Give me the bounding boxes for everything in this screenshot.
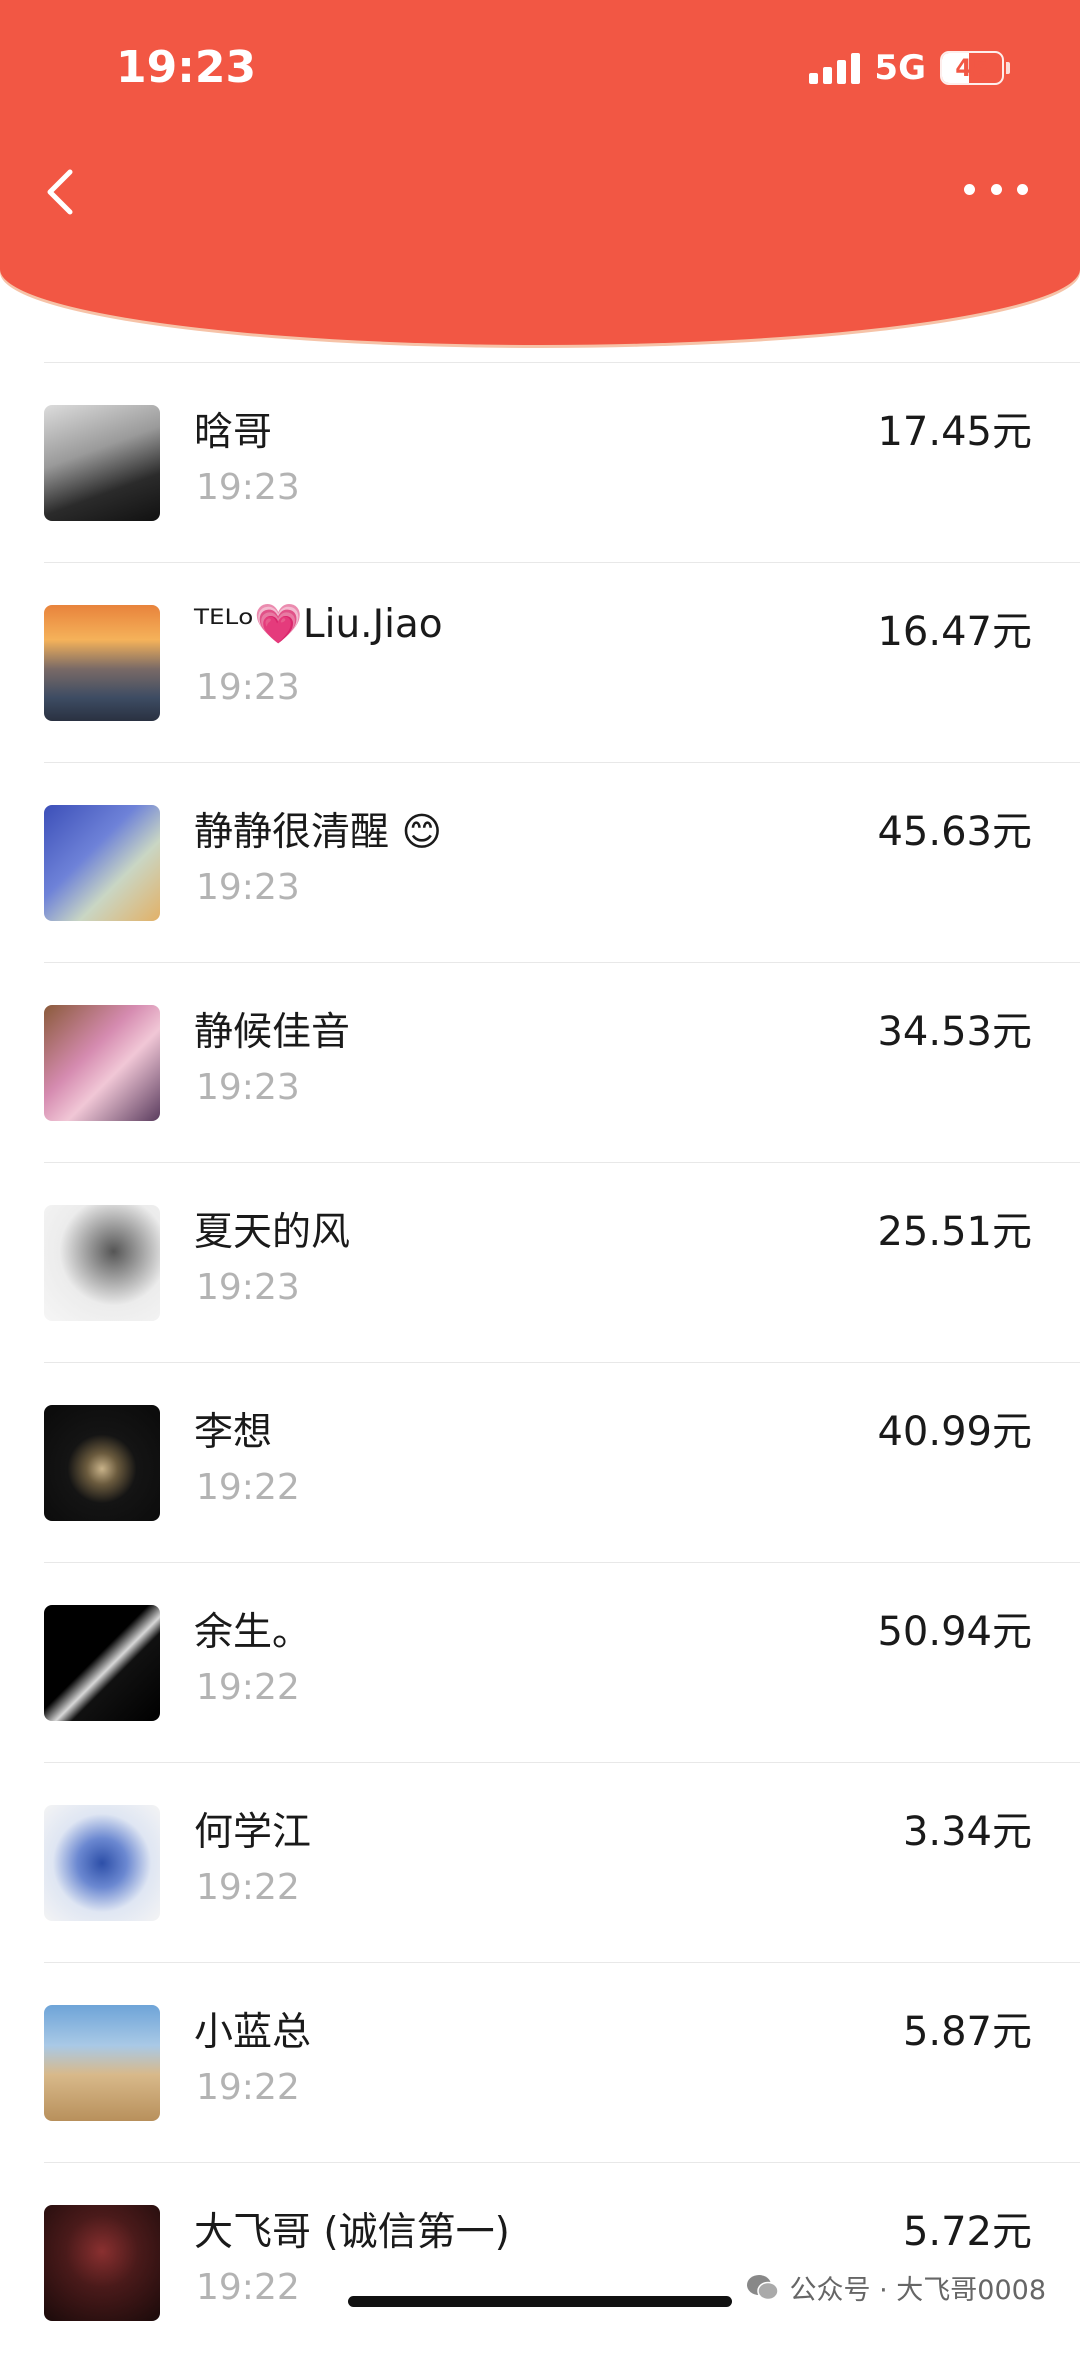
- status-icons: 5G 45: [809, 48, 1010, 88]
- battery-level: 45: [955, 54, 989, 82]
- record-list: 晗哥 19:23 17.45元 ᵀᴱᴸᵒ💗Liu.Jiao 19:23 16.4…: [0, 362, 1080, 2362]
- avatar: [44, 805, 160, 921]
- avatar: [44, 2005, 160, 2121]
- list-item[interactable]: 李想 19:22 40.99元: [44, 1362, 1080, 1562]
- avatar: [44, 605, 160, 721]
- item-name: 余生。: [194, 1610, 312, 1655]
- item-time: 19:23: [196, 867, 300, 908]
- item-name: 李想: [194, 1410, 273, 1455]
- avatar: [44, 1205, 160, 1321]
- item-amount: 50.94元: [877, 1609, 1032, 1655]
- list-item[interactable]: ᵀᴱᴸᵒ💗Liu.Jiao 19:23 16.47元: [44, 562, 1080, 762]
- back-button[interactable]: [42, 162, 92, 222]
- item-name: 静静很清醒 😊: [194, 810, 443, 855]
- item-time: 19:22: [196, 2267, 300, 2308]
- item-amount: 5.87元: [902, 2009, 1032, 2055]
- more-button[interactable]: [964, 166, 1028, 212]
- list-item[interactable]: 余生。 19:22 50.94元: [44, 1562, 1080, 1762]
- item-name: 小蓝总: [194, 2010, 312, 2055]
- list-item[interactable]: 小蓝总 19:22 5.87元: [44, 1962, 1080, 2162]
- item-name: 静候佳音: [194, 1010, 351, 1055]
- item-time: 19:22: [196, 2067, 300, 2108]
- item-name: ᵀᴱᴸᵒ💗Liu.Jiao: [194, 602, 443, 647]
- item-amount: 17.45元: [877, 409, 1032, 455]
- battery-icon: 45: [940, 51, 1010, 85]
- item-amount: 5.72元: [902, 2209, 1032, 2255]
- item-amount: 16.47元: [877, 609, 1032, 655]
- item-name: 夏天的风: [194, 1210, 351, 1255]
- signal-icon: [809, 52, 861, 84]
- watermark-text: 公众号 · 大飞哥0008: [789, 2275, 1046, 2306]
- item-time: 19:23: [196, 467, 300, 508]
- header-banner: 19:23 5G 45: [0, 0, 1080, 345]
- item-amount: 40.99元: [877, 1409, 1032, 1455]
- list-item[interactable]: 静静很清醒 😊 19:23 45.63元: [44, 762, 1080, 962]
- list-item[interactable]: 晗哥 19:23 17.45元: [44, 362, 1080, 562]
- item-name: 何学江: [194, 1810, 312, 1855]
- list-item[interactable]: 何学江 19:22 3.34元: [44, 1762, 1080, 1962]
- item-amount: 34.53元: [877, 1009, 1032, 1055]
- list-item[interactable]: 大飞哥 (诚信第一) 19:22 5.72元: [44, 2162, 1080, 2362]
- status-time: 19:23: [116, 42, 257, 93]
- item-time: 19:23: [196, 1267, 300, 1308]
- avatar: [44, 2205, 160, 2321]
- avatar: [44, 405, 160, 521]
- chevron-left-icon: [47, 169, 73, 215]
- item-amount: 45.63元: [877, 809, 1032, 855]
- item-time: 19:22: [196, 1667, 300, 1708]
- network-type: 5G: [874, 48, 926, 88]
- item-amount: 3.34元: [902, 1809, 1032, 1855]
- avatar: [44, 1005, 160, 1121]
- home-indicator[interactable]: [348, 2296, 732, 2307]
- item-name: 晗哥: [194, 410, 273, 455]
- avatar: [44, 1805, 160, 1921]
- item-time: 19:23: [196, 667, 300, 708]
- watermark: 公众号 · 大飞哥0008: [746, 2268, 1046, 2307]
- avatar: [44, 1605, 160, 1721]
- item-time: 19:23: [196, 1067, 300, 1108]
- avatar: [44, 1405, 160, 1521]
- item-name: 大飞哥 (诚信第一): [194, 2210, 510, 2255]
- list-item[interactable]: 静候佳音 19:23 34.53元: [44, 962, 1080, 1162]
- more-dots-icon: [964, 183, 975, 195]
- item-time: 19:22: [196, 1867, 300, 1908]
- wechat-icon: [746, 2274, 779, 2300]
- list-item[interactable]: 夏天的风 19:23 25.51元: [44, 1162, 1080, 1362]
- item-time: 19:22: [196, 1467, 300, 1508]
- item-amount: 25.51元: [877, 1209, 1032, 1255]
